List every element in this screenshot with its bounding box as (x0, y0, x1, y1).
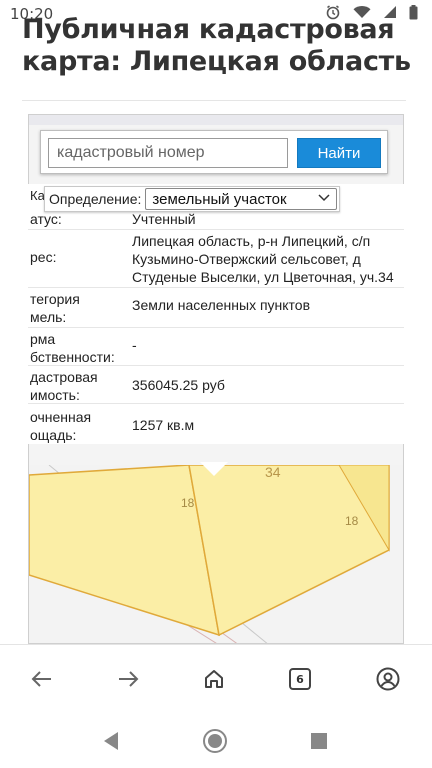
info-key-cost: дастровая имость: (30, 369, 98, 403)
parcel-label-18-right: 18 (345, 514, 359, 528)
parcel-label-18-left: 18 (181, 496, 195, 510)
info-key-area: очненная ощадь: (30, 409, 92, 443)
definition-selected: земельный участок (152, 190, 287, 208)
popup-pointer (200, 462, 228, 476)
profile-icon[interactable] (368, 663, 408, 695)
info-key-ownership: рма бственности: (30, 331, 115, 365)
info-row-area: очненная ощадь: 1257 кв.м (28, 404, 404, 444)
search-box: Найти (40, 130, 388, 174)
chevron-down-icon (318, 193, 330, 205)
definition-label: Определение: (49, 191, 142, 207)
back-arrow-icon[interactable] (22, 663, 62, 695)
search-button[interactable]: Найти (297, 138, 381, 168)
tabs-icon[interactable]: 6 (280, 663, 320, 695)
forward-arrow-icon[interactable] (108, 663, 148, 695)
back-triangle-icon[interactable] (96, 726, 126, 756)
browser-bottom-nav: 6 (0, 644, 432, 710)
recents-square-icon[interactable] (304, 726, 334, 756)
cadastral-number-input[interactable] (48, 138, 288, 168)
home-circle-icon[interactable] (200, 726, 230, 756)
info-key-status: атус: (30, 211, 62, 227)
info-row-address: рес: Липецкая область, р-н Липецкий, с/п… (28, 230, 404, 288)
title-divider (22, 100, 406, 101)
info-row-category: тегория мель: Земли населенных пунктов (28, 288, 404, 328)
definition-select[interactable]: земельный участок (145, 188, 338, 210)
definition-row: Определение: земельный участок (44, 186, 341, 212)
map-parcels: 34 18 18 (29, 465, 403, 643)
system-nav (0, 710, 432, 768)
info-value-status: Учтенный (132, 211, 196, 227)
info-value-address: Липецкая область, р-н Липецкий, с/п Кузь… (132, 233, 394, 285)
info-value-category: Земли населенных пунктов (132, 297, 311, 313)
info-value-ownership: - (132, 337, 137, 353)
info-value-cost: 356045.25 руб (132, 377, 225, 393)
page-title: Публичная кадастровая карта: Липецкая об… (22, 14, 411, 77)
parcel-label-34: 34 (265, 465, 281, 480)
home-icon[interactable] (194, 663, 234, 695)
tab-count: 6 (289, 668, 311, 690)
map-top-strip (29, 115, 403, 125)
info-key-address: рес: (30, 249, 57, 265)
info-key-category: тегория мель: (30, 291, 80, 325)
info-value-area: 1257 кв.м (132, 417, 195, 433)
info-row-ownership: рма бственности: - (28, 328, 404, 366)
info-row-cost: дастровая имость: 356045.25 руб (28, 366, 404, 404)
